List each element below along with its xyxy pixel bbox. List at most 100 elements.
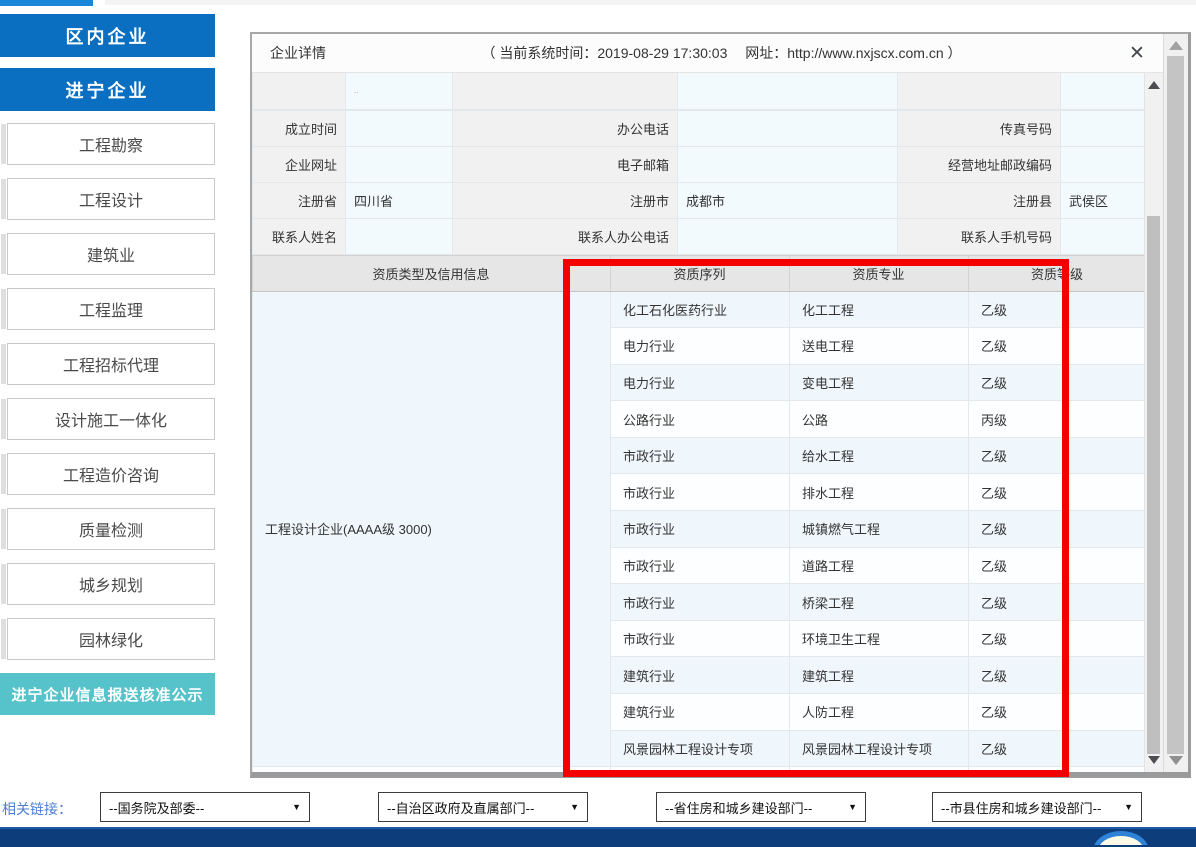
close-icon[interactable]: ✕ <box>1117 42 1163 65</box>
info-label: 联系人办公电话 <box>453 218 678 254</box>
sidebar-item-shejishigongyitihua[interactable]: 设计施工一体化 <box>7 398 215 440</box>
info-row: 企业网址 电子邮箱 经营地址邮政编码 <box>253 146 1145 182</box>
scrollbar-thumb[interactable] <box>1147 216 1160 754</box>
modal-title: 企业详情 <box>252 43 326 63</box>
info-value <box>1061 218 1145 254</box>
clipped-cell <box>1061 73 1145 109</box>
info-label: 成立时间 <box>253 110 346 146</box>
sidebar-category-list: 工程勘察 工程设计 建筑业 工程监理 工程招标代理 设计施工一体化 工程造价咨询… <box>0 123 215 660</box>
cell-specialty: 桥梁工程 <box>790 584 969 621</box>
clipped-cell: .. <box>346 73 453 109</box>
qual-header-row: 资质类型及信用信息 资质序列 资质专业 资质等级 <box>253 255 1145 291</box>
qual-type-cell: 工程设计企业(AAAA级 3000) <box>253 291 611 767</box>
scroll-up-icon[interactable] <box>1169 41 1183 50</box>
modal-content: .. 成立时间 办公电话 传真号码 <box>252 73 1144 772</box>
cell-series: 化工石化医药行业 <box>611 291 790 328</box>
info-label: 注册市 <box>453 182 678 218</box>
dropdown-selected-value: --省住房和城乡建设部门-- <box>665 798 844 817</box>
table-scrollbar[interactable] <box>1144 73 1163 772</box>
cell-grade: 乙级 <box>969 437 1145 474</box>
sidebar-item-yuanlinlvhua[interactable]: 园林绿化 <box>7 618 215 660</box>
chevron-down-icon: ▼ <box>1124 802 1133 812</box>
cell-grade: 乙级 <box>969 694 1145 731</box>
info-label: 办公电话 <box>453 110 678 146</box>
sidebar-item-jianzhuye[interactable]: 建筑业 <box>7 233 215 275</box>
info-row: 成立时间 办公电话 传真号码 <box>253 110 1145 146</box>
info-label: 注册省 <box>253 182 346 218</box>
cell-specialty: 工程测量 <box>790 767 969 772</box>
system-time-and-url: （ 当前系统时间：2019-08-29 17:30:03 网址：http://w… <box>326 43 1117 63</box>
cell-series: 市政行业 <box>611 584 790 621</box>
sidebar-item-gongchengkancha[interactable]: 工程勘察 <box>7 123 215 165</box>
modal-scrollbar[interactable] <box>1163 34 1188 772</box>
cell-series: 市政行业 <box>611 437 790 474</box>
cell-specialty: 公路 <box>790 401 969 438</box>
cell-grade: 乙级 <box>969 474 1145 511</box>
cell-grade: 乙级 <box>969 328 1145 365</box>
info-value <box>346 218 453 254</box>
info-value <box>678 218 898 254</box>
info-value <box>346 110 453 146</box>
cell-series: 建筑行业 <box>611 657 790 694</box>
cell-grade: 乙级 <box>969 291 1145 328</box>
scroll-up-icon[interactable] <box>1148 81 1160 89</box>
clipped-cell <box>898 73 1061 109</box>
col-header-grade: 资质等级 <box>969 255 1145 291</box>
info-value <box>1061 110 1145 146</box>
sidebar-item-jinningqiye[interactable]: 进宁企业 <box>0 68 215 111</box>
sidebar-notice-button[interactable]: 进宁企业信息报送核准公示 <box>0 673 215 715</box>
cell-series: 市政行业 <box>611 547 790 584</box>
sidebar-item-quneiqiye[interactable]: 区内企业 <box>0 14 215 57</box>
sidebar-item-zhaobiaodaili[interactable]: 工程招标代理 <box>7 343 215 385</box>
top-page-edge <box>105 0 1196 5</box>
scroll-down-icon[interactable] <box>1148 756 1160 764</box>
info-label: 经营地址邮政编码 <box>898 146 1061 182</box>
chevron-down-icon: ▼ <box>848 802 857 812</box>
dropdown-state-council[interactable]: --国务院及部委-- ▼ <box>100 792 310 822</box>
dropdown-selected-value: --市县住房和城乡建设部门-- <box>941 798 1120 817</box>
info-value <box>678 110 898 146</box>
info-value: 武侯区 <box>1061 182 1145 218</box>
cell-specialty: 排水工程 <box>790 474 969 511</box>
table-row: 工程设计企业(AAAA级 3000) 化工石化医药行业 化工工程 乙级 <box>253 291 1145 328</box>
sidebar-item-chengxiangguihua[interactable]: 城乡规划 <box>7 563 215 605</box>
cell-specialty: 给水工程 <box>790 437 969 474</box>
info-row: 注册省 四川省 注册市 成都市 注册县 武侯区 <box>253 182 1145 218</box>
table-row: 工程勘察企业(AAAA级 3000) 工程勘察专业类 工程测量 乙级 <box>253 767 1145 772</box>
cell-specialty: 送电工程 <box>790 328 969 365</box>
clipped-cell <box>253 73 346 109</box>
info-label: 电子邮箱 <box>453 146 678 182</box>
dropdown-autonomous-region[interactable]: --自治区政府及直属部门-- ▼ <box>378 792 588 822</box>
info-label: 传真号码 <box>898 110 1061 146</box>
cell-specialty: 化工工程 <box>790 291 969 328</box>
cell-grade: 乙级 <box>969 620 1145 657</box>
scrollbar-thumb[interactable] <box>1167 56 1184 754</box>
enterprise-info-table: 成立时间 办公电话 传真号码 企业网址 电子邮箱 经营地址邮政编码 <box>252 110 1144 255</box>
cell-series: 市政行业 <box>611 511 790 548</box>
qualification-table: 资质类型及信用信息 资质序列 资质专业 资质等级 工程设计企业(AAAA级 30… <box>252 255 1144 773</box>
col-header-specialty: 资质专业 <box>790 255 969 291</box>
info-label: 联系人姓名 <box>253 218 346 254</box>
dropdown-city-county-housing[interactable]: --市县住房和城乡建设部门-- ▼ <box>932 792 1142 822</box>
cell-series: 市政行业 <box>611 620 790 657</box>
footer-badge-icon[interactable] <box>1093 831 1149 845</box>
sidebar-item-zaojiazixun[interactable]: 工程造价咨询 <box>7 453 215 495</box>
sidebar-item-gongchengjianli[interactable]: 工程监理 <box>7 288 215 330</box>
cell-specialty: 变电工程 <box>790 364 969 401</box>
cell-series: 电力行业 <box>611 364 790 401</box>
dropdown-provincial-housing[interactable]: --省住房和城乡建设部门-- ▼ <box>656 792 866 822</box>
sidebar-item-gongchengsheji[interactable]: 工程设计 <box>7 178 215 220</box>
cell-grade: 乙级 <box>969 657 1145 694</box>
clipped-cell <box>678 73 898 109</box>
sidebar-item-zhiliangjiance[interactable]: 质量检测 <box>7 508 215 550</box>
cell-grade: 丙级 <box>969 401 1145 438</box>
info-label: 联系人手机号码 <box>898 218 1061 254</box>
scroll-down-icon[interactable] <box>1169 756 1183 765</box>
info-value <box>1061 146 1145 182</box>
modal-header: 企业详情 （ 当前系统时间：2019-08-29 17:30:03 网址：htt… <box>252 34 1163 73</box>
info-label: 注册县 <box>898 182 1061 218</box>
info-table-clipped-row: .. <box>252 73 1144 110</box>
footer-badge-clip <box>0 827 1196 845</box>
cell-series: 电力行业 <box>611 328 790 365</box>
info-value: 成都市 <box>678 182 898 218</box>
